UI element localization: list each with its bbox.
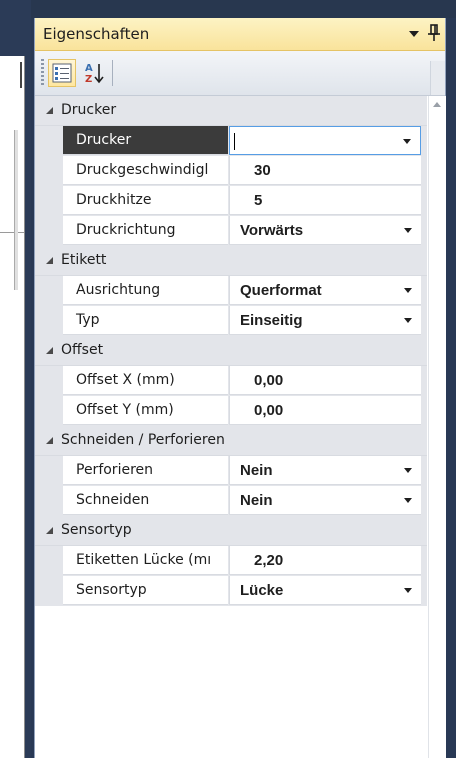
collapse-triangle-icon[interactable] [46,527,53,534]
category-label: Schneiden / Perforieren [61,432,225,448]
property-row[interactable]: Druckrichtung Vorwärts [35,216,427,246]
dropdown-arrow-icon[interactable] [404,588,412,593]
property-name[interactable]: Drucker [63,126,228,155]
left-document-edge [0,56,25,758]
property-row[interactable]: Schneiden Nein [35,486,427,516]
dropdown-arrow-icon[interactable] [404,498,412,503]
toolbar-overflow[interactable] [430,61,445,95]
property-value-text: 5 [254,192,263,209]
property-name[interactable]: Typ [63,306,228,335]
property-name[interactable]: Etiketten Lücke (mı [63,546,228,575]
dropdown-arrow-icon[interactable] [404,468,412,473]
category-row[interactable]: Offset [35,336,427,366]
property-name[interactable]: Offset Y (mm) [63,396,228,425]
properties-panel: Eigenschaften A Z Drucker Drucker Druckg… [34,18,446,758]
property-grid-scrollbar[interactable] [428,96,446,758]
property-value-dropdown[interactable]: Einseitig [229,306,421,335]
window-top-strip [0,0,456,18]
sort-az-icon: A Z [85,63,104,85]
property-row[interactable]: Offset X (mm) 0,00 [35,366,427,396]
window-position-dropdown-icon[interactable] [409,31,419,37]
category-row[interactable]: Etikett [35,246,427,276]
panel-title-bar: Eigenschaften [35,18,445,51]
property-row[interactable]: Ausrichtung Querformat [35,276,427,306]
svg-text:Z: Z [85,74,92,85]
categorized-view-button[interactable] [48,59,76,87]
property-value-text: 30 [254,162,271,179]
property-value-field[interactable]: 0,00 [229,396,421,425]
property-name[interactable]: Ausrichtung [63,276,228,305]
property-row[interactable]: Sensortyp Lücke [35,576,427,606]
dropdown-arrow-icon[interactable] [404,318,412,323]
property-row[interactable]: Typ Einseitig [35,306,427,336]
property-name[interactable]: Schneiden [63,486,228,515]
property-value-field[interactable]: 30 [229,156,421,185]
property-name[interactable]: Druckgeschwindigl [63,156,228,185]
property-value-dropdown[interactable]: Nein [229,486,421,515]
property-row[interactable]: Offset Y (mm) 0,00 [35,396,427,426]
property-value-dropdown[interactable]: Nein [229,456,421,485]
property-value-text: Lücke [240,582,284,599]
collapse-triangle-icon[interactable] [46,107,53,114]
collapse-triangle-icon[interactable] [46,347,53,354]
pin-icon[interactable] [427,24,441,42]
property-value-text: Querformat [240,282,322,299]
property-row[interactable]: Perforieren Nein [35,456,427,486]
panel-toolbar: A Z [35,51,445,96]
panel-title: Eigenschaften [43,25,150,43]
dropdown-arrow-icon[interactable] [404,228,412,233]
property-value-text: 0,00 [254,372,284,389]
left-dock-pane [0,0,31,758]
category-label: Offset [61,342,104,358]
property-value-field[interactable]: 2,20 [229,546,421,575]
category-row[interactable]: Schneiden / Perforieren [35,426,427,456]
property-name[interactable]: Sensortyp [63,576,228,605]
left-document-marker [20,62,22,88]
property-row[interactable]: Drucker [35,126,427,156]
dropdown-arrow-icon[interactable] [404,288,412,293]
property-value-dropdown[interactable]: Lücke [229,576,421,605]
collapse-triangle-icon[interactable] [46,437,53,444]
property-value-text: 2,20 [254,552,284,569]
svg-text:A: A [85,63,93,74]
property-grid: Drucker Drucker Druckgeschwindigl 30 Druckhi… [35,96,427,606]
toolbar-grip[interactable] [41,59,44,85]
category-label: Sensortyp [61,522,132,538]
toolbar-separator [112,60,113,86]
property-value-field[interactable]: 0,00 [229,366,421,395]
collapse-triangle-icon[interactable] [46,257,53,264]
property-value-text: Einseitig [240,312,303,329]
property-value-text: Vorwärts [240,222,304,239]
categorized-view-icon [52,63,72,83]
property-value-dropdown[interactable]: Querformat [229,276,421,305]
property-name[interactable]: Perforieren [63,456,228,485]
property-row[interactable]: Druckgeschwindigl 30 [35,156,427,186]
alphabetical-sort-button[interactable]: A Z [80,59,108,87]
property-value-text: Nein [240,462,273,479]
property-value-dropdown[interactable] [229,126,421,155]
category-row[interactable]: Drucker [35,96,427,126]
property-row[interactable]: Etiketten Lücke (mı 2,20 [35,546,427,576]
property-value-text: Nein [240,492,273,509]
property-value-text: 0,00 [254,402,284,419]
property-name[interactable]: Druckhitze [63,186,228,215]
dropdown-arrow-icon[interactable] [403,139,411,144]
category-label: Drucker [61,102,117,118]
property-row[interactable]: Druckhitze 5 [35,186,427,216]
property-value-field[interactable]: 5 [229,186,421,215]
property-value-dropdown[interactable]: Vorwärts [229,216,421,245]
text-caret [234,132,235,150]
left-document-scrollbar[interactable] [14,130,18,290]
property-name[interactable]: Offset X (mm) [63,366,228,395]
property-name[interactable]: Druckrichtung [63,216,228,245]
category-row[interactable]: Sensortyp [35,516,427,546]
scroll-up-icon[interactable] [433,102,441,107]
category-label: Etikett [61,252,107,268]
